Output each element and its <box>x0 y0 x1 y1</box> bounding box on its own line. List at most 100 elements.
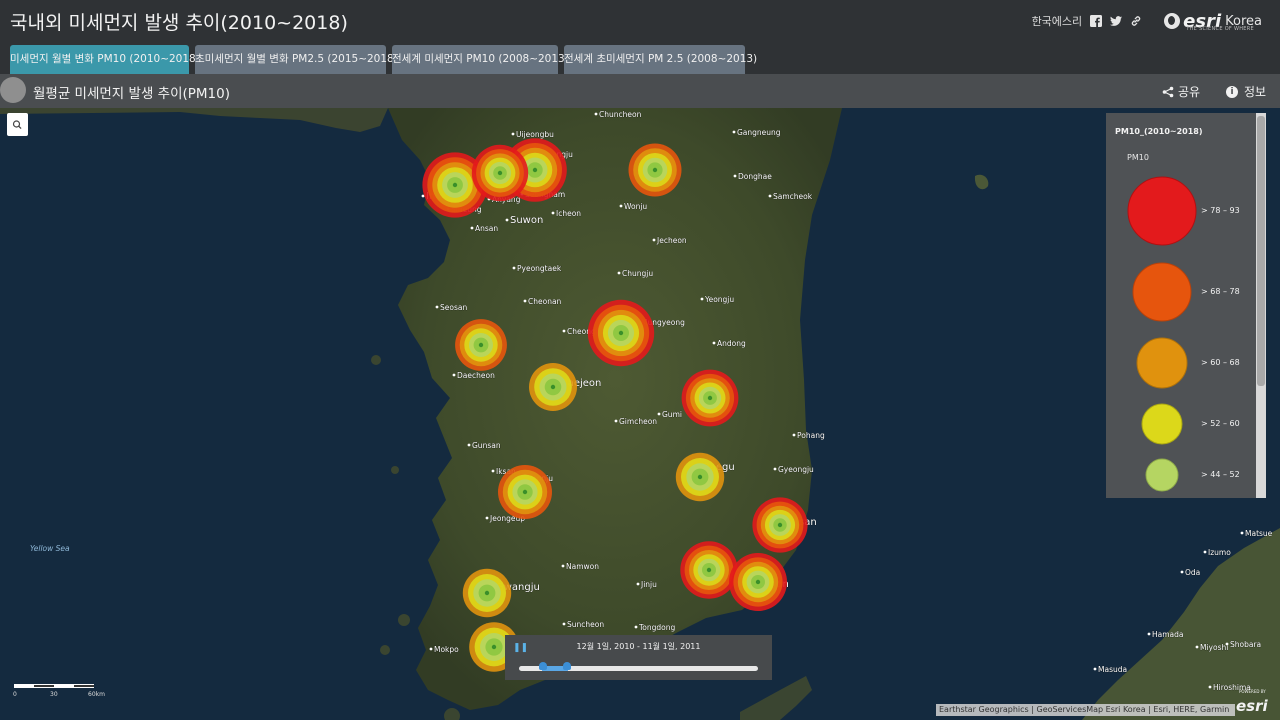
search-button[interactable] <box>7 113 28 136</box>
pm10-station-11[interactable] <box>680 541 738 599</box>
map-label-uijeongbu: Uijeongbu <box>511 130 554 139</box>
map-label-dot <box>1093 667 1097 671</box>
scale-tick-60: 60km <box>88 691 105 698</box>
legend-symbol-class-3 <box>1136 337 1188 389</box>
legend-symbols <box>1127 176 1197 492</box>
pm10-station-center <box>478 342 484 348</box>
map-label-text: Shobara <box>1230 640 1261 649</box>
share-button[interactable]: 공유 <box>1162 83 1200 100</box>
map-label-yellow-sea: Yellow Sea <box>30 544 70 553</box>
pm10-station-9[interactable] <box>675 452 725 502</box>
map-attribution[interactable]: Earthstar Geographics | GeoServicesMap E… <box>936 704 1235 716</box>
pm10-station-6[interactable] <box>529 363 577 411</box>
map-label-text: Tongdong <box>638 623 676 632</box>
map-label-suwon: Suwon <box>505 215 544 226</box>
tab-pm25-monthly[interactable]: 초미세먼지 월별 변화 PM2.5 (2015~2018) <box>195 45 398 74</box>
link-icon[interactable] <box>1130 15 1142 27</box>
legend-label-class-1: > 78 – 93 <box>1201 206 1240 215</box>
map-label-yeongju: Yeongju <box>700 295 735 304</box>
info-button[interactable]: i 정보 <box>1226 83 1266 100</box>
map-label-text: Miyoshi <box>1200 643 1228 652</box>
map-label-dot <box>511 132 515 136</box>
map-label-pohang: Pohang <box>792 431 825 440</box>
facebook-icon[interactable] <box>1090 15 1103 27</box>
map-label-text: Masuda <box>1098 665 1127 674</box>
map-label-dot <box>1225 642 1229 646</box>
map-label-dot <box>1240 531 1244 535</box>
map-label-dot <box>594 112 598 116</box>
pm10-station-2[interactable] <box>471 144 529 202</box>
tab-world-pm25[interactable]: 전세계 초미세먼지 PM 2.5 (2008~2013) <box>564 45 757 74</box>
map-label-text: Ansan <box>475 224 498 233</box>
map-label-text: Gyeongju <box>778 465 814 474</box>
map-label-text: Mokpo <box>434 645 459 654</box>
pm10-station-5[interactable] <box>455 319 507 371</box>
map-label-text: Izumo <box>1208 548 1231 557</box>
map-label-text: Jinju <box>640 580 657 589</box>
pm10-station-center <box>452 182 458 188</box>
map-label-pyeongtaek: Pyeongtaek <box>512 264 562 273</box>
legend-label-class-5: > 44 – 52 <box>1201 470 1240 479</box>
map-label-text: Pohang <box>797 431 825 440</box>
map-label-dot <box>792 433 796 437</box>
map-label-donghae: Donghae <box>733 172 773 181</box>
map-label-izumo: Izumo <box>1203 548 1232 557</box>
pm10-station-8[interactable] <box>498 465 552 519</box>
tab-pm10-monthly[interactable]: 미세먼지 월별 변화 PM10 (2010~2018) <box>10 45 200 74</box>
pm10-station-center <box>522 489 528 495</box>
map-label-text: Daecheon <box>457 371 495 380</box>
pm10-station-7[interactable] <box>681 369 739 427</box>
legend-scrollbar-thumb[interactable] <box>1257 116 1265 386</box>
map-label-dot <box>435 305 439 309</box>
map-label-text: Andong <box>717 339 746 348</box>
map-label-dot <box>732 130 736 134</box>
pm10-station-13[interactable] <box>462 568 512 618</box>
legend-symbol-class-5 <box>1145 458 1179 492</box>
time-slider-end-handle[interactable] <box>563 662 571 670</box>
map-label-dot <box>505 218 509 222</box>
map-label-dot <box>768 194 772 198</box>
map-label-namwon: Namwon <box>561 562 600 571</box>
map-label-mokpo: Mokpo <box>429 645 459 654</box>
map-canvas[interactable]: UijeongbuNamyangjuGoyangSeoulBucheonInch… <box>0 108 1280 720</box>
map-label-miyoshi: Miyoshi <box>1195 643 1229 652</box>
pm10-station-12[interactable] <box>729 553 787 611</box>
map-label-text: Chungju <box>622 269 653 278</box>
map-label-cheonan: Cheonan <box>523 297 562 306</box>
map-label-text: Suwon <box>510 215 543 226</box>
map-label-dot <box>1180 570 1184 574</box>
powered-by-esri-logo[interactable]: esri <box>1236 697 1268 715</box>
powered-by-text: POWERED BY <box>1239 689 1266 694</box>
map-label-text: Seosan <box>440 303 467 312</box>
map-label-dot <box>491 469 495 473</box>
pm10-station-center <box>491 644 497 650</box>
map-label-dot <box>452 373 456 377</box>
map-label-shobara: Shobara <box>1225 640 1261 649</box>
map-label-text: Yellow Sea <box>30 544 70 553</box>
tab-world-pm10[interactable]: 전세계 미세먼지 PM10 (2008~2013) <box>392 45 569 74</box>
pm10-station-center <box>652 167 658 173</box>
map-label-text: Donghae <box>738 172 772 181</box>
org-link[interactable]: 한국에스리 <box>1032 13 1083 29</box>
map-label-dot <box>551 211 555 215</box>
legend-symbol-class-4 <box>1141 403 1183 445</box>
pm10-station-3[interactable] <box>628 143 682 197</box>
pm10-station-10[interactable] <box>752 497 808 553</box>
pm10-station-4[interactable] <box>587 299 655 367</box>
map-label-dot <box>652 238 656 242</box>
map-label-ansan: Ansan <box>470 224 499 233</box>
map-label-gumi: Gumi <box>657 410 682 419</box>
map-view[interactable]: UijeongbuNamyangjuGoyangSeoulBucheonInch… <box>0 108 1280 720</box>
map-label-text: Gumi <box>662 410 682 419</box>
map-label-samcheok: Samcheok <box>768 192 813 201</box>
map-label-chungju: Chungju <box>617 269 654 278</box>
map-label-dot <box>614 419 618 423</box>
twitter-icon[interactable] <box>1110 15 1123 27</box>
map-label-text: Gimcheon <box>619 417 657 426</box>
map-label-gangneung: Gangneung <box>732 128 781 137</box>
esri-globe-icon <box>1164 13 1181 29</box>
map-label-masuda: Masuda <box>1093 665 1127 674</box>
time-slider-start-handle[interactable] <box>539 662 547 670</box>
map-label-tongdong: Tongdong <box>634 623 676 632</box>
map-label-dot <box>617 271 621 275</box>
